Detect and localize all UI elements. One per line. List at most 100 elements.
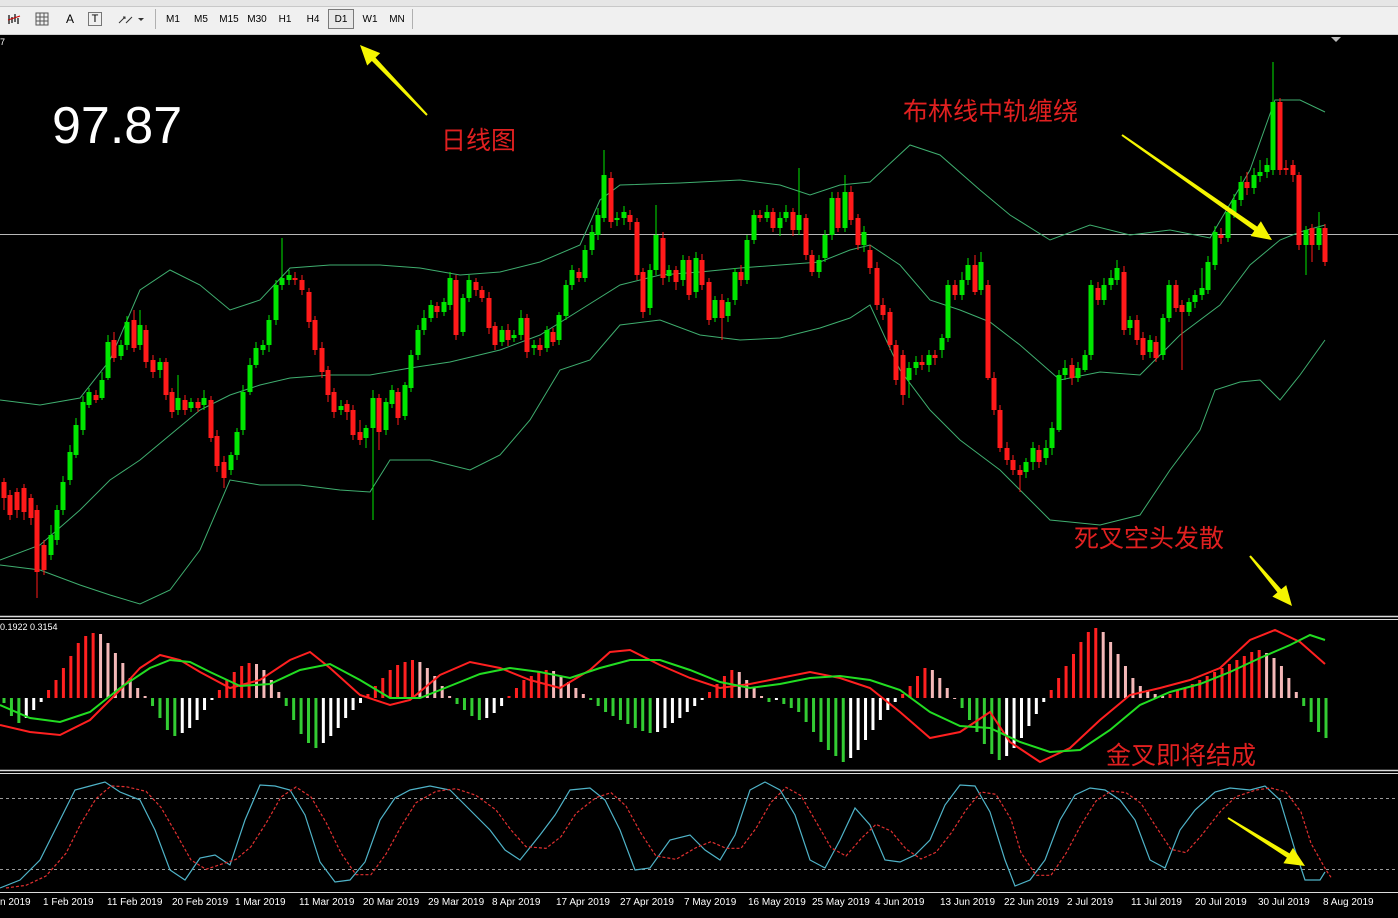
macd-bar <box>826 698 830 750</box>
candle-body <box>99 380 105 398</box>
macd-bar <box>277 692 281 698</box>
candle-body <box>511 335 517 338</box>
timeframe-h1[interactable]: H1 <box>272 9 298 29</box>
candle-body <box>383 402 389 430</box>
candle-body <box>706 282 712 320</box>
candle-body <box>1056 375 1062 430</box>
macd-bar <box>856 698 860 750</box>
candle-body <box>228 455 234 470</box>
macd-bar <box>136 688 140 698</box>
candle-body <box>699 260 705 285</box>
arrows-icon[interactable] <box>116 9 146 29</box>
macd-bar <box>789 698 793 708</box>
candle-body <box>719 300 725 318</box>
bar-chart-icon[interactable] <box>4 9 24 29</box>
macd-bar <box>507 696 511 698</box>
macd-bar <box>32 698 36 710</box>
candle-body <box>1283 168 1289 170</box>
macd-bar <box>574 688 578 698</box>
candle-body <box>1147 340 1153 352</box>
text-label-icon[interactable]: T <box>88 12 102 26</box>
timeframe-w1[interactable]: W1 <box>357 9 383 29</box>
candle-body <box>188 402 194 408</box>
candle-body <box>67 452 73 480</box>
macd-bar <box>1071 654 1075 698</box>
candle-body <box>1205 262 1211 290</box>
candle-body <box>744 240 750 280</box>
candle-body <box>453 280 459 335</box>
macd-bar <box>945 688 949 698</box>
macd-bar <box>329 698 333 736</box>
macd-bar <box>596 698 600 706</box>
timeframe-d1[interactable]: D1 <box>328 9 354 29</box>
candle-body <box>486 298 492 328</box>
macd-bar <box>812 698 816 732</box>
date-label: 1 Mar 2019 <box>235 897 286 908</box>
candle-body <box>1173 285 1179 308</box>
candle-body <box>286 275 292 280</box>
timeframe-m15[interactable]: M15 <box>216 9 242 29</box>
candle-body <box>777 218 783 228</box>
candle-body <box>93 395 99 400</box>
candle-body <box>1075 368 1081 378</box>
candle-body <box>428 305 434 318</box>
date-label: 20 Feb 2019 <box>172 897 229 908</box>
macd-bar <box>1049 690 1053 698</box>
candle-body <box>764 212 770 218</box>
candle-body <box>1322 228 1328 262</box>
candle-body <box>479 290 485 298</box>
candle-body <box>537 345 543 350</box>
timeframe-m1[interactable]: M1 <box>160 9 186 29</box>
date-label: 11 Feb 2019 <box>107 897 163 908</box>
timeframe-mn[interactable]: MN <box>384 9 410 29</box>
timeframe-m30[interactable]: M30 <box>244 9 270 29</box>
macd-bar <box>225 680 229 698</box>
chart-canvas[interactable] <box>0 34 1398 918</box>
macd-bar <box>1294 692 1298 698</box>
candle-body <box>569 270 575 285</box>
text-icon[interactable]: A <box>60 9 80 29</box>
macd-bar <box>641 698 645 731</box>
macd-bar <box>878 698 882 720</box>
macd-bar <box>1168 694 1172 698</box>
candle-body <box>182 400 188 410</box>
candle-body <box>1212 232 1218 265</box>
macd-bar <box>1220 668 1224 698</box>
candle-body <box>499 330 505 342</box>
candle-body <box>991 378 997 410</box>
candle-body <box>997 410 1003 448</box>
macd-bar <box>782 698 786 704</box>
candle-body <box>842 192 848 228</box>
macd-bar <box>871 698 875 730</box>
candle-body <box>466 280 472 298</box>
macd-bar <box>165 698 169 730</box>
candle-body <box>344 404 350 412</box>
toolbar: A T M1 M5 M15 M30 H1 H4 D1 W1 MN <box>0 0 1398 35</box>
candle-body <box>54 510 60 540</box>
candle-body <box>118 345 124 356</box>
macd-bar <box>849 698 853 758</box>
macd-bar <box>708 692 712 698</box>
macd-bar <box>670 698 674 723</box>
timeframe-m5[interactable]: M5 <box>188 9 214 29</box>
date-label: 11 Jul 2019 <box>1131 897 1182 908</box>
timeframe-h4[interactable]: H4 <box>300 9 326 29</box>
date-label: 17 Apr 2019 <box>556 897 610 908</box>
candle-body <box>589 232 595 250</box>
macd-bar <box>537 672 541 698</box>
date-label: 8 Apr 2019 <box>492 897 541 908</box>
macd-bar <box>1242 656 1246 698</box>
candle-body <box>1134 320 1140 340</box>
macd-bar <box>1272 658 1276 698</box>
annotation-daily-chart: 日线图 <box>441 126 517 155</box>
candle-body <box>1238 182 1244 200</box>
candle-body <box>939 338 945 350</box>
grid-icon[interactable] <box>32 9 52 29</box>
macd-bar <box>953 698 957 699</box>
macd-bar <box>69 656 73 698</box>
candle-body <box>441 302 447 312</box>
candle-body <box>653 235 659 270</box>
macd-bar <box>1302 698 1306 706</box>
toolbar-separator <box>155 9 156 29</box>
candle-body <box>376 398 382 432</box>
